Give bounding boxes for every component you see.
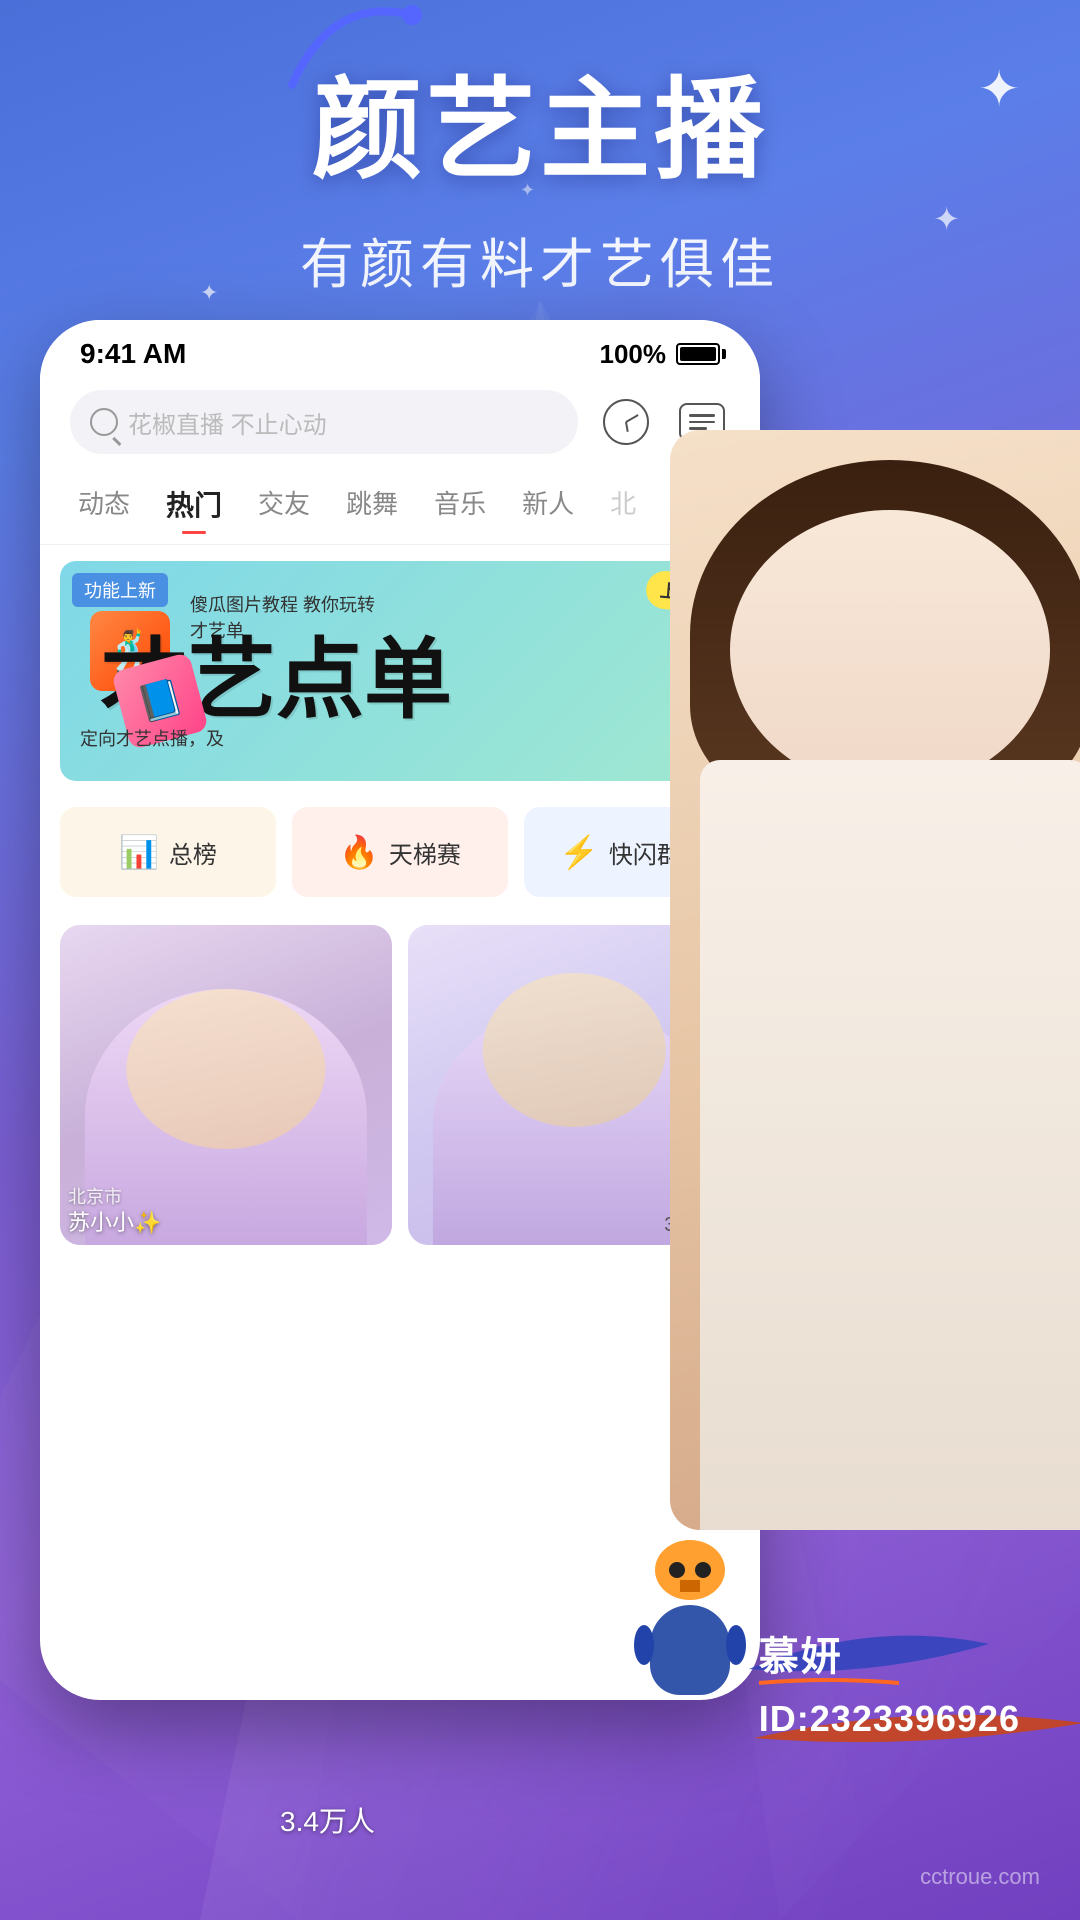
mascot-robot: [630, 1540, 750, 1680]
floating-person-area: [670, 430, 1080, 1530]
face: [730, 510, 1050, 790]
title-arc-decoration: [272, 0, 432, 105]
tab-dongtai[interactable]: 动态: [60, 474, 148, 534]
streamer-name-text: 慕妍: [759, 1635, 843, 1679]
id-badge-container: ID:2323396926: [759, 1698, 1020, 1740]
mascot-body: [650, 1605, 730, 1695]
subtitle: 有颜有料才艺俱佳: [0, 220, 1080, 299]
streamer-photo: [670, 430, 1080, 1530]
ranking-label: 总榜: [169, 835, 217, 870]
fire-icon: 🔥: [339, 833, 379, 871]
ranking-button[interactable]: 📊 总榜: [60, 807, 276, 897]
history-button[interactable]: [598, 394, 654, 450]
tab-hot[interactable]: 热门: [148, 474, 240, 534]
banner-tag: 功能上新: [72, 573, 168, 607]
watermark: cctroue.com: [920, 1864, 1040, 1890]
ranking-icon: 📊: [119, 833, 159, 871]
title-container: 颜艺主播: [312, 40, 768, 200]
quick-buttons-row: 📊 总榜 🔥 天梯赛 ⚡ 快闪群聊: [40, 797, 760, 907]
nav-tabs: 动态 热门 交友 跳舞 音乐 新人 北: [40, 464, 760, 545]
lightning-icon: ⚡: [559, 833, 599, 871]
tab-bei[interactable]: 北: [592, 474, 654, 534]
search-icon: [90, 408, 118, 436]
stream-cards: 北京市 苏小小✨ 3.4万人: [40, 915, 760, 1255]
search-placeholder: 花椒直播 不止心动: [128, 405, 327, 440]
body: [700, 760, 1080, 1530]
tab-music[interactable]: 音乐: [416, 474, 504, 534]
mascot-beak: [680, 1580, 700, 1592]
status-time: 9:41 AM: [80, 338, 186, 370]
banner[interactable]: 功能上新 上线啦 🕺 傻瓜图片教程 教你玩转才艺单 才艺点单 📘 定向才艺点播，…: [60, 561, 740, 781]
status-bar: 9:41 AM 100%: [40, 320, 760, 380]
mascot-right-eye: [695, 1562, 711, 1578]
stream-card-1[interactable]: 北京市 苏小小✨: [60, 925, 392, 1245]
tab-xinren[interactable]: 新人: [504, 474, 592, 534]
name-underline: [759, 1675, 899, 1687]
viewer-count-overlay: 3.4万人: [280, 1800, 375, 1840]
mascot-head: [655, 1540, 725, 1600]
phone-mockup: 9:41 AM 100% 花椒直播 不止心动 动态 热门 交友 跳舞: [40, 320, 760, 1700]
streamer-id-text: ID:2323396926: [759, 1698, 1020, 1739]
stream-card-1-bg: 北京市 苏小小✨: [60, 925, 392, 1245]
mascot-left-eye: [669, 1562, 685, 1578]
name-badge-container: 慕妍: [759, 1624, 1020, 1682]
battery-percent: 100%: [600, 339, 667, 370]
status-right: 100%: [600, 339, 721, 370]
face-2: [483, 973, 666, 1127]
search-area: 花椒直播 不止心动: [40, 380, 760, 464]
hero-section: 颜艺主播 有颜有料才艺俱佳: [0, 40, 1080, 299]
battery-fill: [680, 347, 716, 361]
face-1: [126, 989, 325, 1149]
ladder-label: 天梯赛: [389, 835, 461, 870]
banner-subtitle: 定向才艺点播，及: [80, 725, 224, 751]
streamer-name-badge: 慕妍 ID:2323396926: [759, 1624, 1020, 1740]
tab-tiaowu[interactable]: 跳舞: [328, 474, 416, 534]
mascot-left-wing: [634, 1625, 654, 1665]
card-1-name: 苏小小✨: [68, 1205, 161, 1237]
msg-line-2: [689, 421, 715, 424]
msg-line-1: [689, 414, 715, 417]
search-bar[interactable]: 花椒直播 不止心动: [70, 390, 578, 454]
clock-icon: [603, 399, 649, 445]
battery-icon: [676, 343, 720, 365]
ladder-button[interactable]: 🔥 天梯赛: [292, 807, 508, 897]
tab-jiaoyou[interactable]: 交友: [240, 474, 328, 534]
